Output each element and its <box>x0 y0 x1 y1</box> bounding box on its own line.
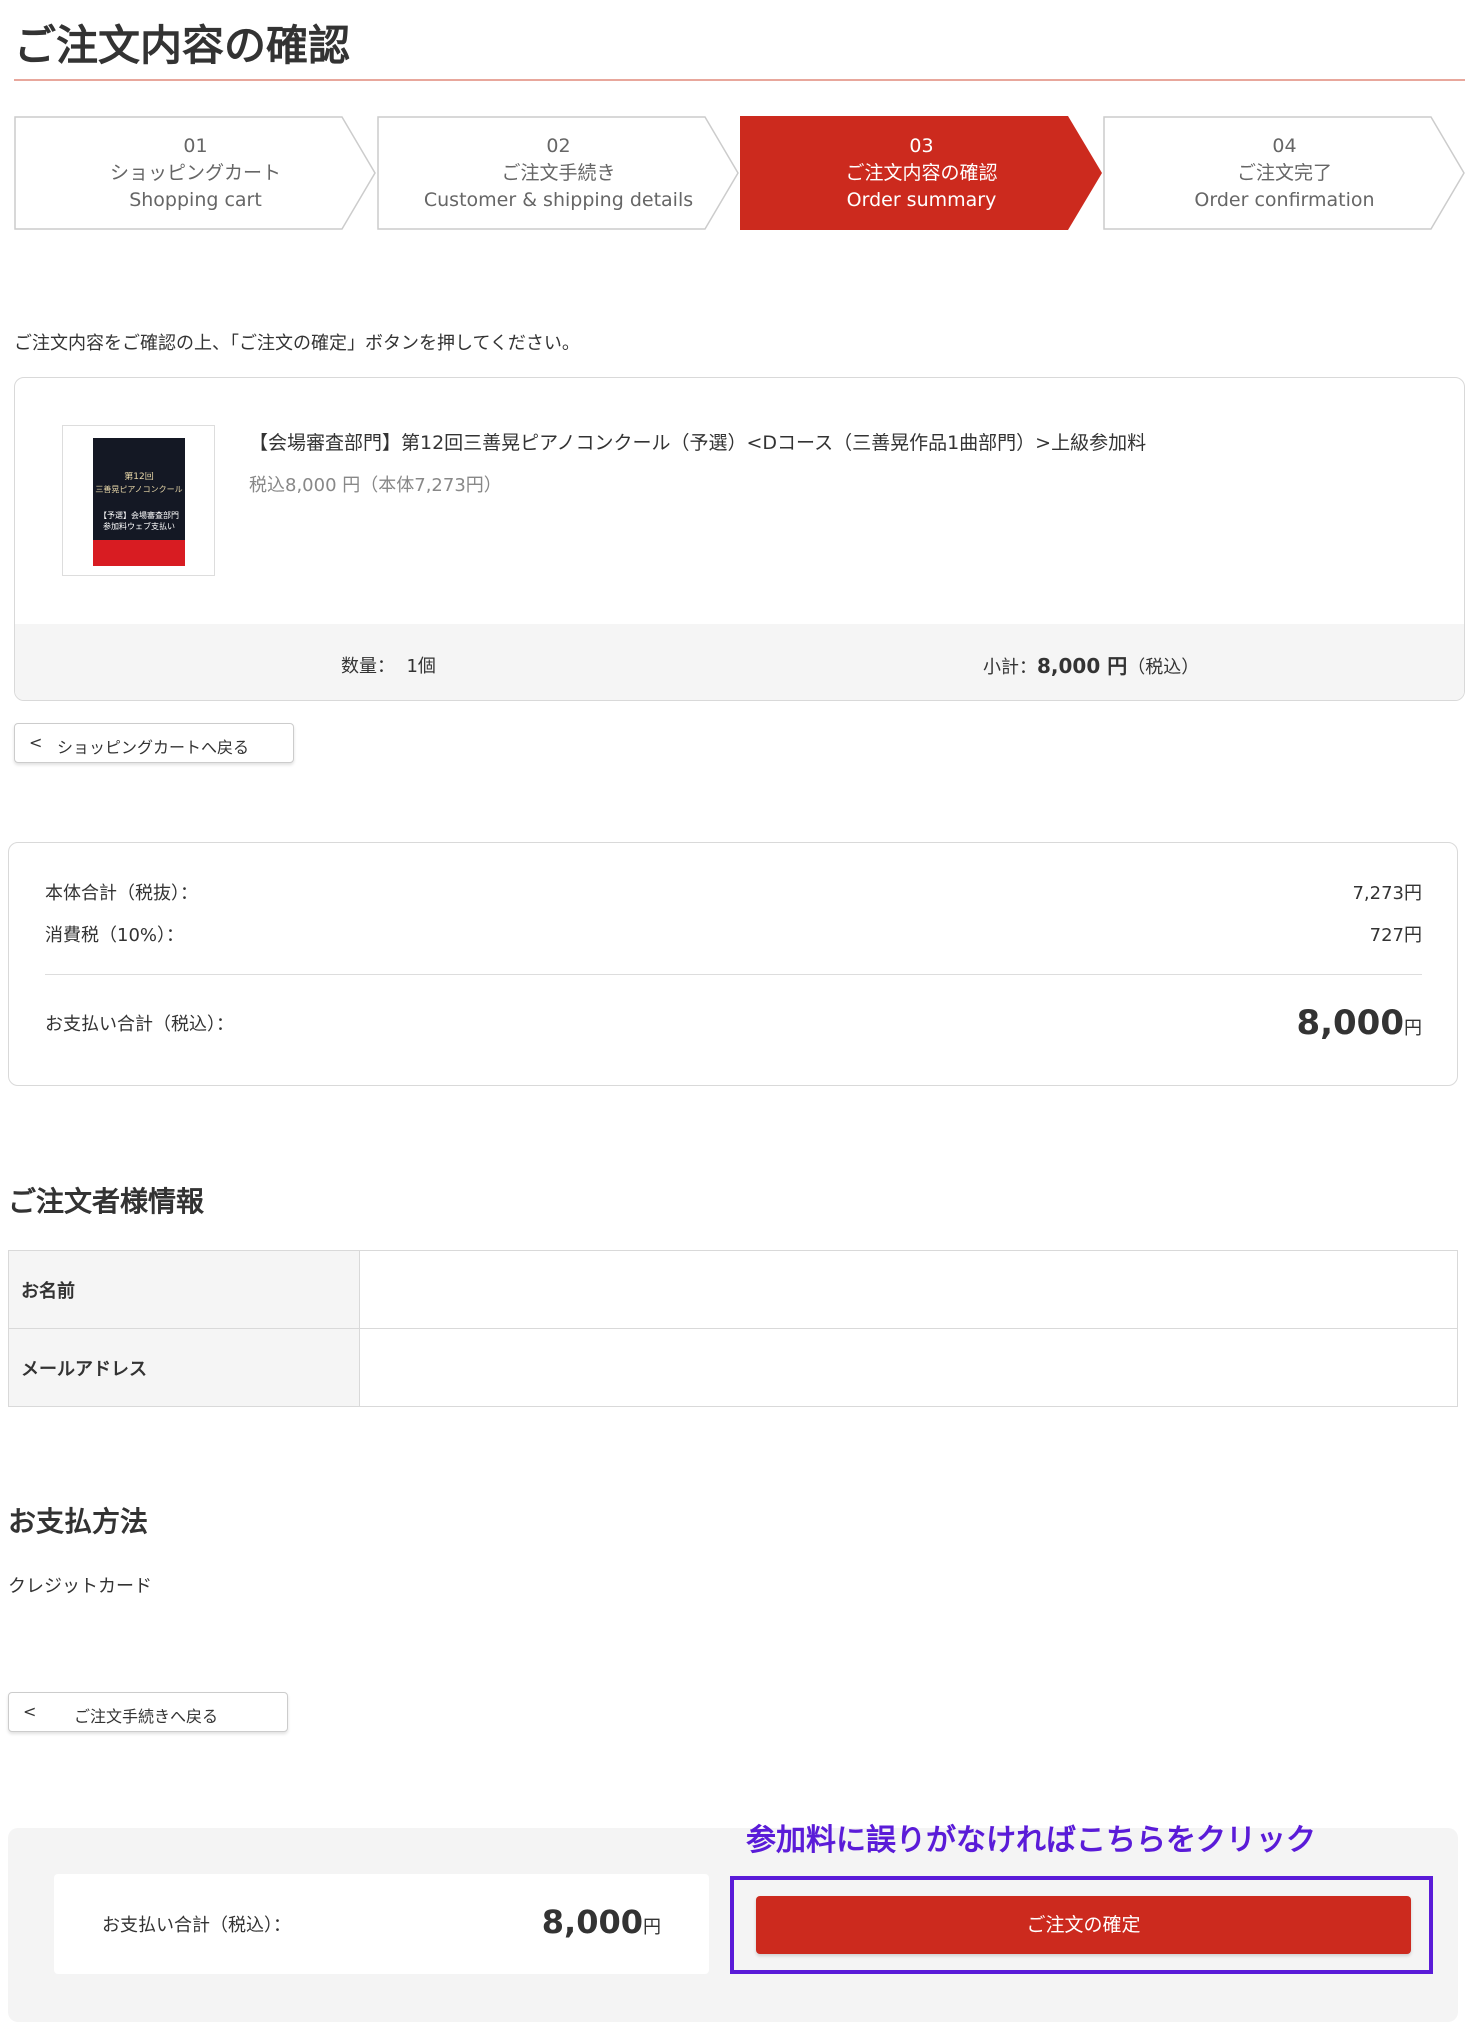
step-order-summary: 03 ご注文内容の確認 Order summary <box>740 116 1103 230</box>
order-item-card: 第12回 三善晃ピアノコンクール 【予選】会場審査部門 参加料ウェブ支払い 【会… <box>14 377 1465 701</box>
footer-total-value: 8,000円 <box>542 1903 661 1941</box>
footer-total-label: お支払い合計（税込）： <box>102 1915 291 1936</box>
step-number: 01 <box>183 135 208 157</box>
net-total-value: 7,273円 <box>1352 883 1422 904</box>
back-to-cart-button[interactable]: < ショッピングカートへ戻る <box>14 723 294 763</box>
step-label-ja: ご注文手続き <box>501 162 616 184</box>
email-label: メールアドレス <box>8 1328 360 1407</box>
name-label: お名前 <box>8 1250 360 1329</box>
back-to-cart-label: ショッピングカートへ戻る <box>57 738 250 757</box>
thumbnail-text: 【予選】会場審査部門 <box>99 511 179 520</box>
quantity-label: 数量： <box>341 656 395 677</box>
product-thumbnail: 第12回 三善晃ピアノコンクール 【予選】会場審査部門 参加料ウェブ支払い <box>62 425 215 576</box>
net-total-label: 本体合計（税抜）： <box>45 883 198 904</box>
confirm-hint-annotation: 参加料に誤りがなければこちらをクリック <box>746 1823 1316 1858</box>
subtotal-value: 8,000 円 <box>1037 654 1128 678</box>
item-subtotal: 小計：8,000 円（税込） <box>983 650 1199 679</box>
footer-total-unit: 円 <box>643 1917 661 1938</box>
item-footer: 数量： 1個 小計：8,000 円（税込） <box>15 624 1464 700</box>
grand-total-value: 8,000円 <box>1296 1003 1422 1043</box>
payment-method-heading: お支払方法 <box>8 1505 149 1538</box>
chevron-left-icon: < <box>29 733 43 752</box>
thumbnail-band <box>93 540 185 566</box>
step-label-ja: ご注文完了 <box>1236 162 1332 184</box>
grand-total-amount: 8,000 <box>1296 1003 1404 1043</box>
tax-value: 727円 <box>1369 925 1422 946</box>
step-label-en: Order summary <box>846 189 997 211</box>
step-label-ja: ご注文内容の確認 <box>845 162 998 184</box>
name-value <box>359 1250 1458 1329</box>
step-number: 04 <box>1272 135 1297 157</box>
step-label-ja: ショッピングカート <box>109 162 281 184</box>
title-divider <box>14 79 1465 81</box>
thumbnail-image: 第12回 三善晃ピアノコンクール 【予選】会場審査部門 参加料ウェブ支払い <box>93 438 185 566</box>
subtotal-label: 小計： <box>983 657 1037 678</box>
page-title: ご注文内容の確認 <box>14 21 351 70</box>
table-row: メールアドレス <box>8 1328 1458 1407</box>
order-totals: 本体合計（税抜）： 7,273円 消費税（10%）： 727円 お支払い合計（税… <box>8 842 1458 1086</box>
subtotal-tax-note: （税込） <box>1127 657 1200 678</box>
thumbnail-text: 三善晃ピアノコンクール <box>95 485 183 494</box>
step-label-en: Shopping cart <box>129 189 262 211</box>
quantity-value: 1個 <box>406 656 436 677</box>
step-shopping-cart: 01 ショッピングカート Shopping cart <box>14 116 377 230</box>
customer-info-table: お名前 メールアドレス <box>8 1250 1458 1407</box>
step-number: 03 <box>909 135 934 157</box>
footer-total-amount: 8,000 <box>541 1903 643 1941</box>
step-customer-details: 02 ご注文手続き Customer & shipping details <box>377 116 740 230</box>
totals-divider <box>45 974 1422 975</box>
confirm-order-button[interactable]: ご注文の確定 <box>756 1896 1411 1954</box>
customer-info-heading: ご注文者様情報 <box>8 1185 205 1218</box>
item-quantity: 数量： 1個 <box>341 652 436 678</box>
checkout-steps: 01 ショッピングカート Shopping cart 02 ご注文手続き Cus… <box>14 116 1465 230</box>
chevron-left-icon: < <box>23 1702 37 1721</box>
item-name: 【会場審査部門】第12回三善晃ピアノコンクール（予選）<Dコース（三善晃作品1曲… <box>249 432 1147 454</box>
back-to-checkout-label: ご注文手続きへ戻る <box>74 1707 219 1726</box>
step-number: 02 <box>546 135 571 157</box>
step-order-confirmation: 04 ご注文完了 Order confirmation <box>1103 116 1466 230</box>
email-value <box>359 1328 1458 1407</box>
intro-text: ご注文内容をご確認の上、「ご注文の確定」ボタンを押してください。 <box>14 333 580 354</box>
footer-total-panel: お支払い合計（税込）： 8,000円 <box>54 1874 709 1974</box>
tax-label: 消費税（10%）： <box>45 925 185 946</box>
back-to-checkout-button[interactable]: < ご注文手続きへ戻る <box>8 1692 288 1732</box>
grand-total-label: お支払い合計（税込）： <box>45 1014 234 1035</box>
table-row: お名前 <box>8 1250 1458 1329</box>
step-label-en: Customer & shipping details <box>423 189 694 211</box>
thumbnail-text: 参加料ウェブ支払い <box>103 522 175 531</box>
step-label-en: Order confirmation <box>1194 189 1375 211</box>
payment-method-value: クレジットカード <box>8 1576 152 1597</box>
item-price: 税込8,000 円（本体7,273円） <box>249 475 502 496</box>
grand-total-unit: 円 <box>1404 1018 1422 1039</box>
thumbnail-text: 第12回 <box>124 472 154 482</box>
